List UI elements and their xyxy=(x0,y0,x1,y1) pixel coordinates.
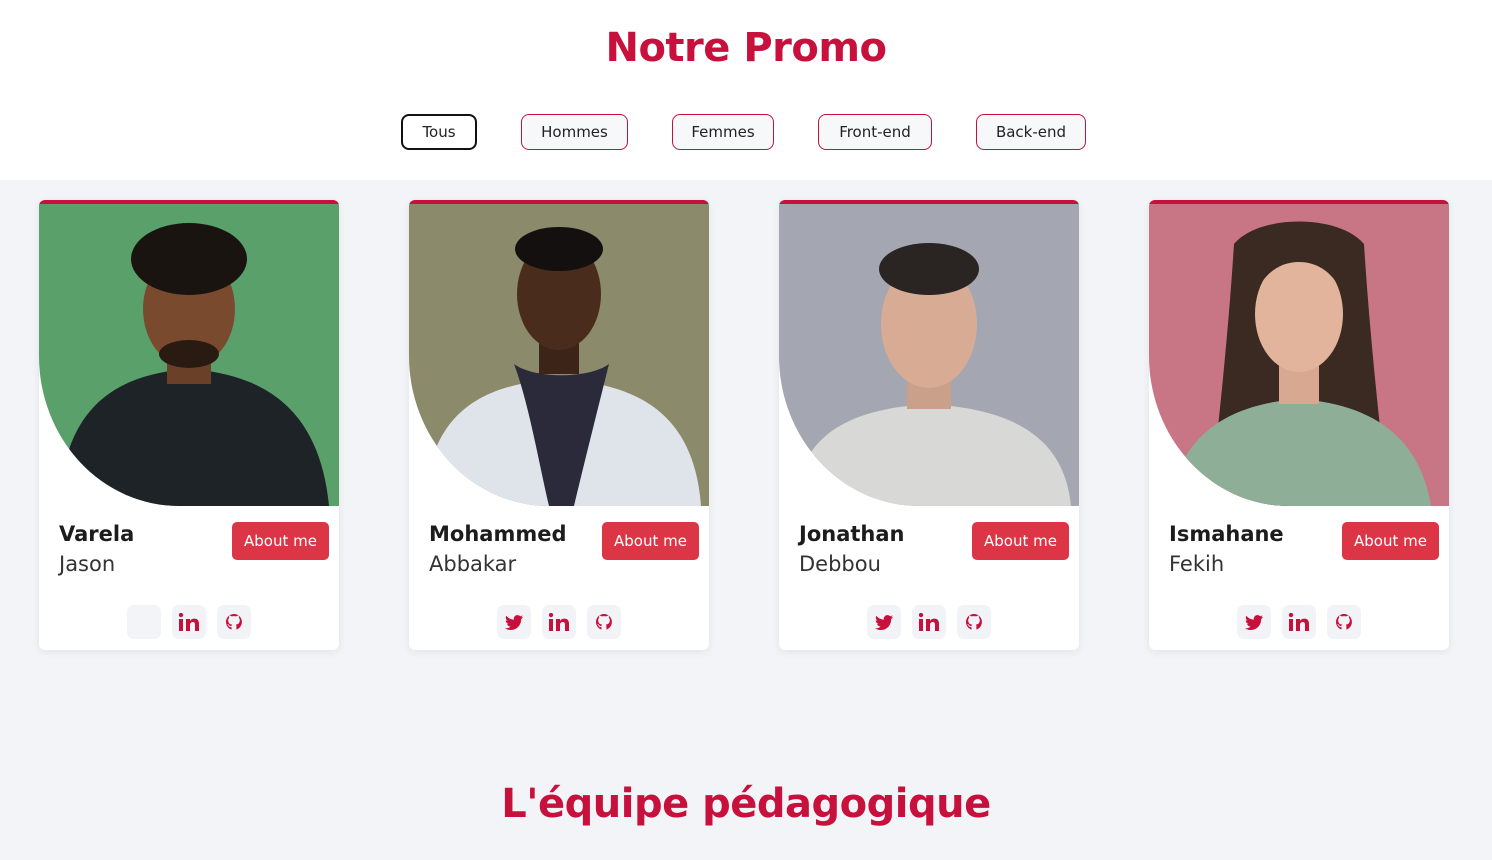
github-icon[interactable] xyxy=(1327,605,1361,639)
student-firstname: Varela xyxy=(59,522,135,546)
social-links xyxy=(409,605,709,639)
student-lastname: Fekih xyxy=(1169,552,1225,576)
student-firstname: Ismahane xyxy=(1169,522,1284,546)
twitter-icon[interactable] xyxy=(1237,605,1271,639)
filter-bar: Tous Hommes Femmes Front-end Back-end xyxy=(0,114,1492,150)
student-firstname: Jonathan xyxy=(799,522,905,546)
student-lastname: Debbou xyxy=(799,552,881,576)
about-me-button[interactable]: About me xyxy=(1342,522,1439,560)
filter-femmes-button[interactable]: Femmes xyxy=(672,114,774,150)
header-section: Notre Promo Tous Hommes Femmes Front-end… xyxy=(0,0,1492,180)
student-card: Jonathan Debbou About me xyxy=(779,200,1079,650)
twitter-icon[interactable] xyxy=(867,605,901,639)
filter-tous-button[interactable]: Tous xyxy=(401,114,477,150)
student-photo xyxy=(779,204,1079,506)
student-lastname: Abbakar xyxy=(429,552,517,576)
section-title-team: L'équipe pédagogique xyxy=(501,781,991,827)
student-firstname: Mohammed xyxy=(429,522,567,546)
student-lastname: Jason xyxy=(59,552,116,576)
twitter-icon[interactable] xyxy=(497,605,531,639)
twitter-icon[interactable] xyxy=(127,605,161,639)
social-links xyxy=(779,605,1079,639)
about-me-button[interactable]: About me xyxy=(232,522,329,560)
about-me-button[interactable]: About me xyxy=(602,522,699,560)
social-links xyxy=(39,605,339,639)
linkedin-icon[interactable] xyxy=(1282,605,1316,639)
filter-backend-button[interactable]: Back-end xyxy=(976,114,1086,150)
social-links xyxy=(1149,605,1449,639)
about-me-button[interactable]: About me xyxy=(972,522,1069,560)
linkedin-icon[interactable] xyxy=(542,605,576,639)
github-icon[interactable] xyxy=(217,605,251,639)
github-icon[interactable] xyxy=(587,605,621,639)
student-card: Mohammed Abbakar About me xyxy=(409,200,709,650)
filter-frontend-button[interactable]: Front-end xyxy=(818,114,932,150)
student-photo xyxy=(409,204,709,506)
student-card: Ismahane Fekih About me xyxy=(1149,200,1449,650)
page-title: Notre Promo xyxy=(605,25,887,71)
filter-hommes-button[interactable]: Hommes xyxy=(521,114,628,150)
student-photo xyxy=(1149,204,1449,506)
linkedin-icon[interactable] xyxy=(912,605,946,639)
student-photo xyxy=(39,204,339,506)
linkedin-icon[interactable] xyxy=(172,605,206,639)
student-card: Varela Jason About me xyxy=(39,200,339,650)
github-icon[interactable] xyxy=(957,605,991,639)
